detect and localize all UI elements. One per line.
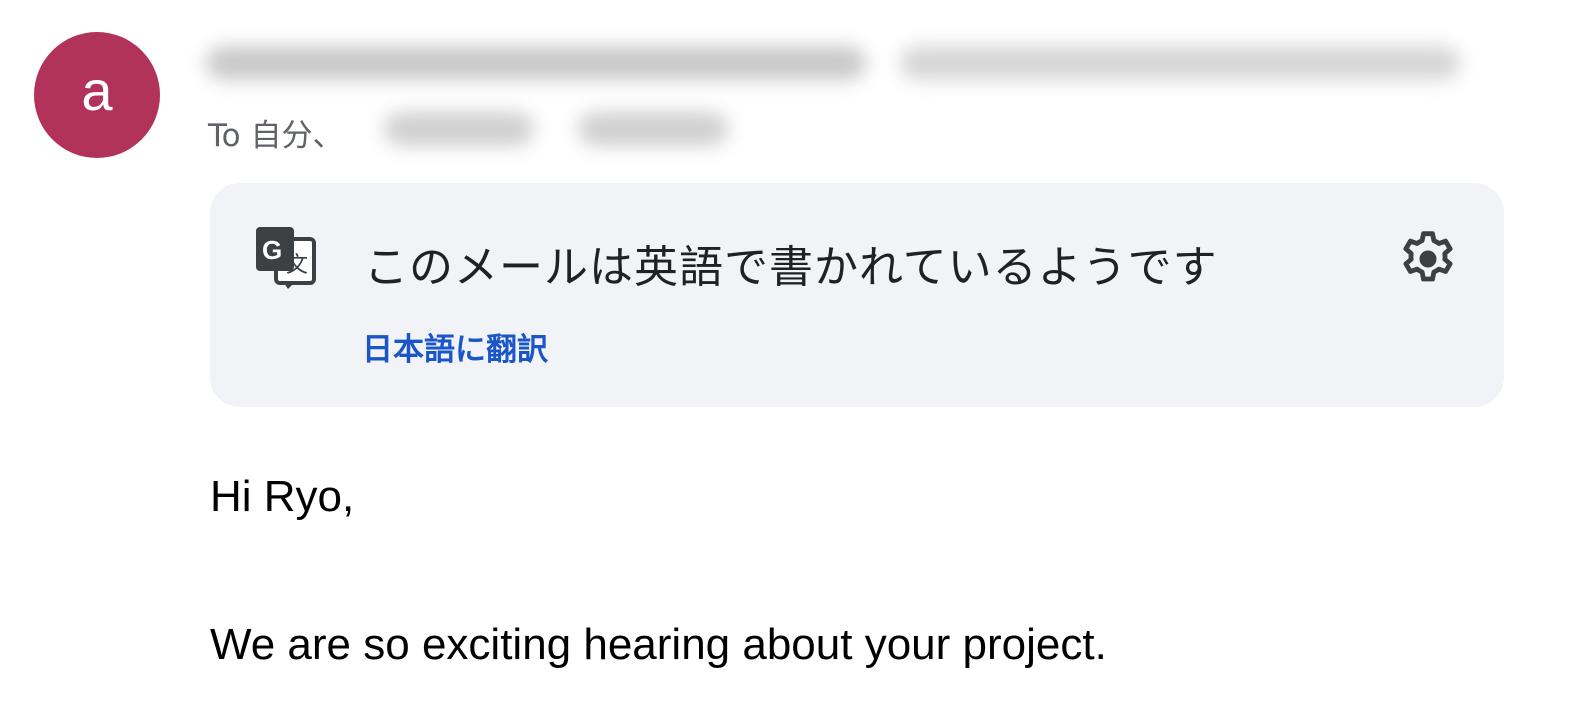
google-translate-icon: 文 G [256,227,316,289]
translate-detected-language-message: このメールは英語で書かれているようです [364,242,1218,293]
sender-name-redacted [206,46,866,80]
sender-email-redacted [900,46,1460,80]
gear-icon[interactable] [1396,227,1460,291]
sender-avatar[interactable]: a [34,32,160,158]
recipient-redacted [384,112,534,146]
translate-to-japanese-link[interactable]: 日本語に翻訳 [362,324,548,369]
email-body-line: We are so exciting hearing about your pr… [210,620,1107,669]
translate-banner: 文 G このメールは英語で書かれているようです 日本語に翻訳 [210,183,1504,407]
recipients-to-label: To 自分、 [208,118,344,154]
recipient-redacted [578,112,728,146]
svg-text:G: G [262,235,282,265]
email-greeting: Hi Ryo, [210,472,355,521]
